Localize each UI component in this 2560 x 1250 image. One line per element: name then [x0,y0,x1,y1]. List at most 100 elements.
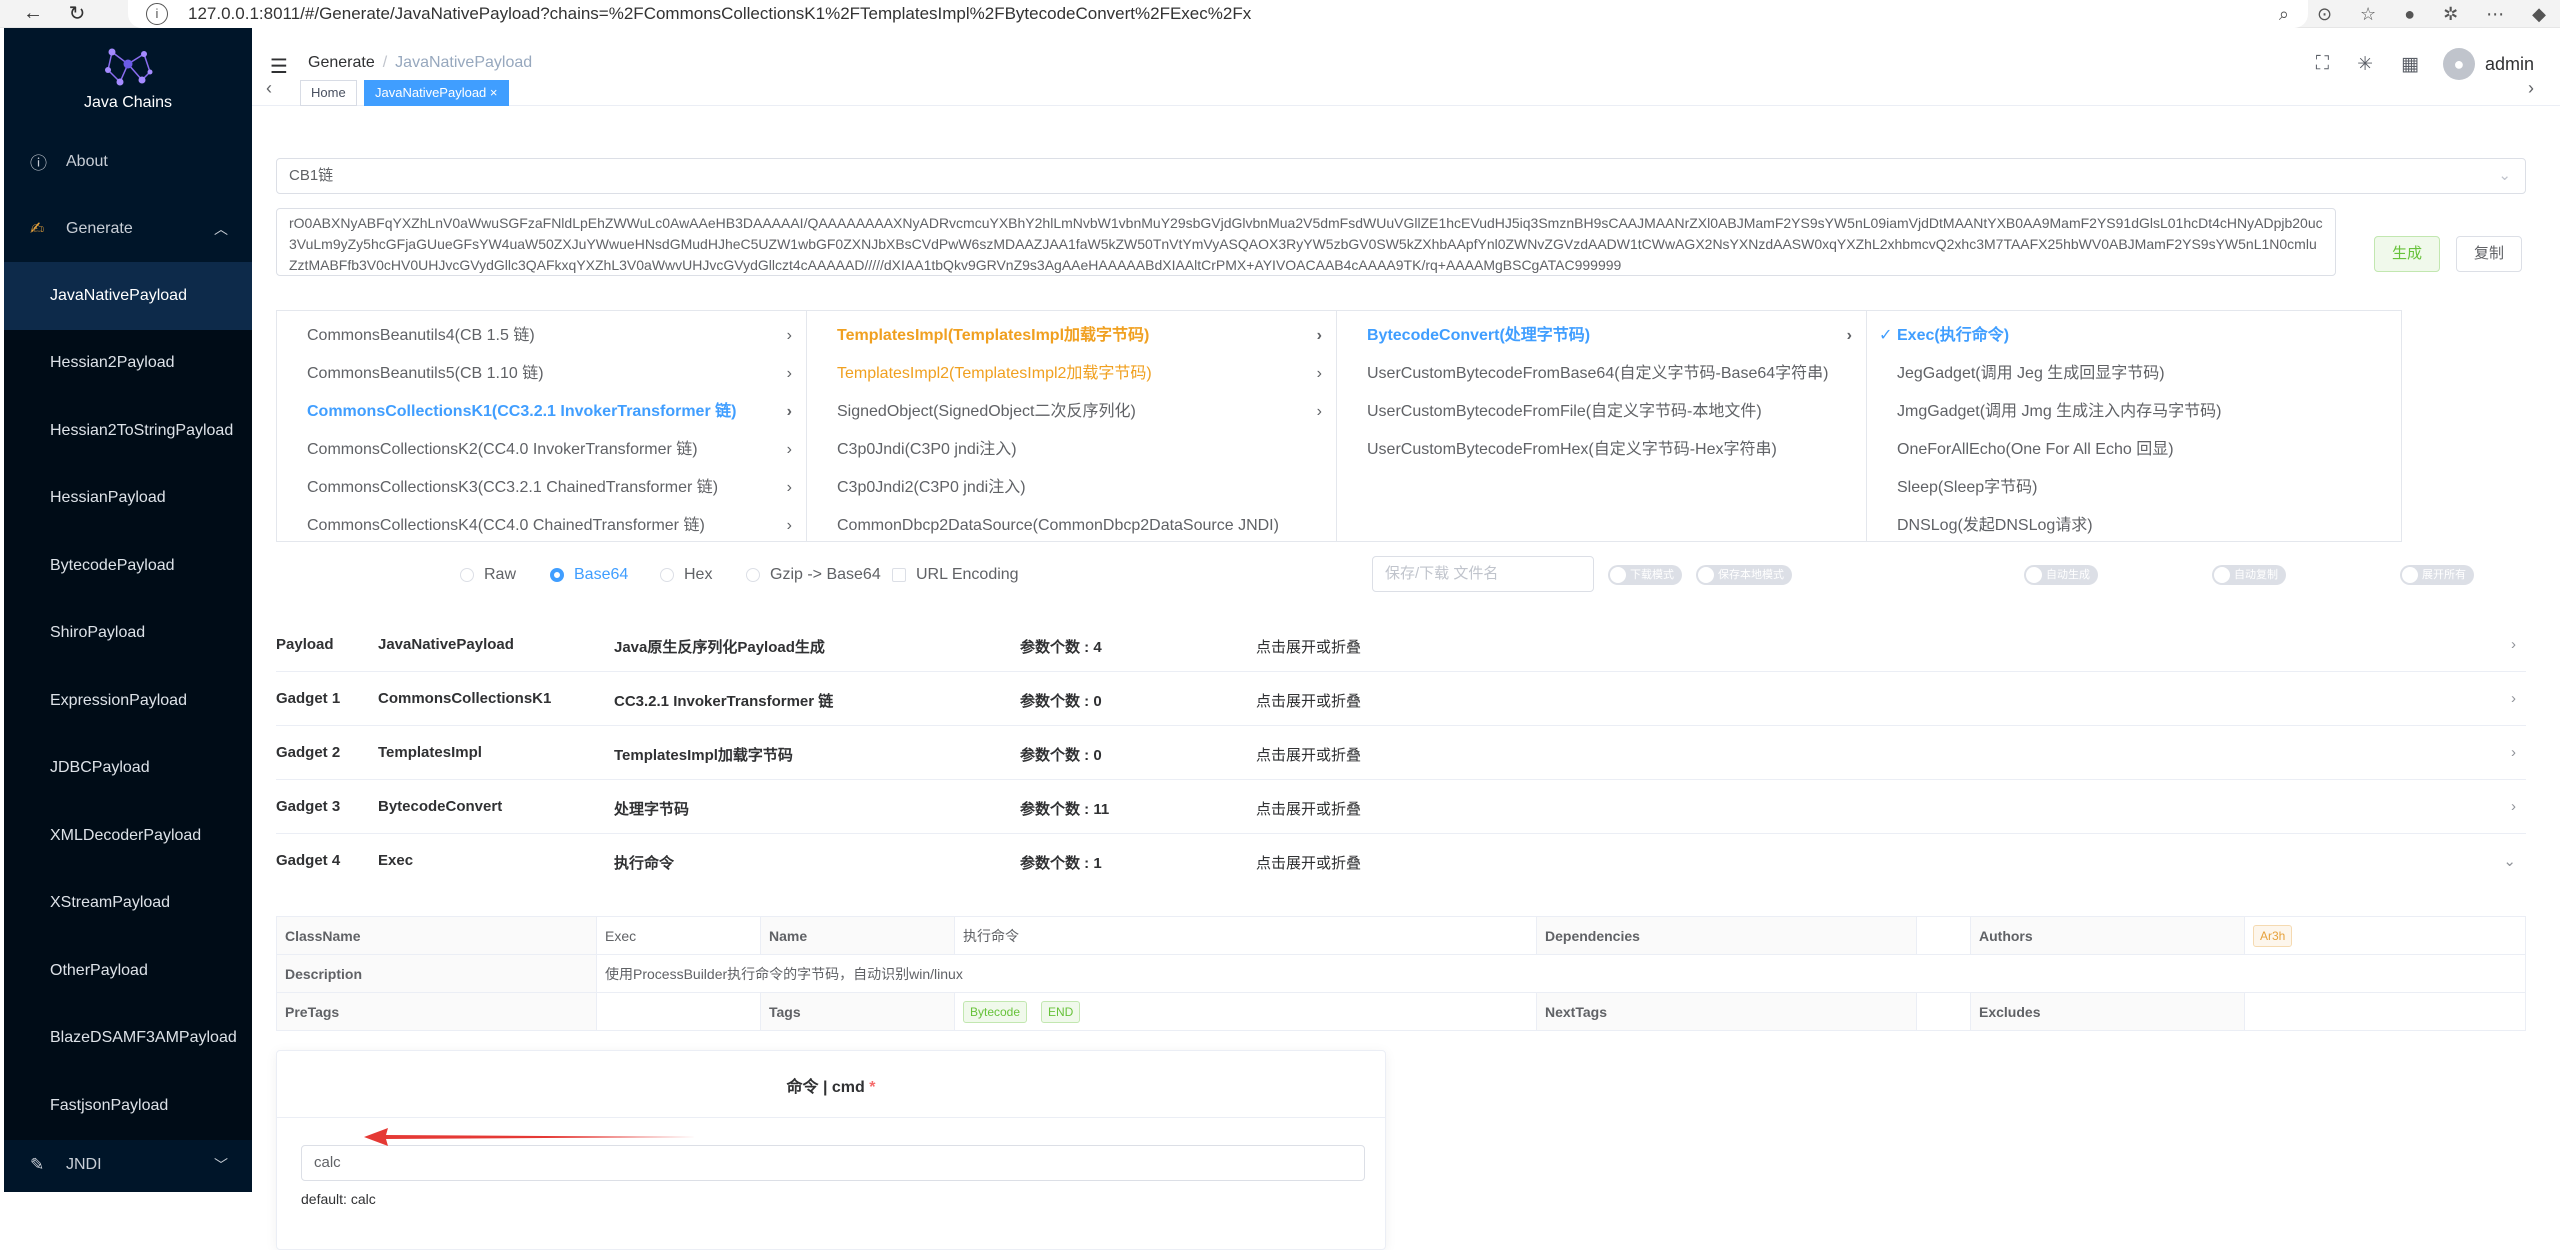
cascader-item[interactable]: CommonsCollectionsK2(CC4.0 InvokerTransf… [277,431,806,469]
topbar: ☰ Generate / JavaNativePayload ⛶ ✳ ▦ ● adm… [252,28,2560,106]
chevron-right-icon: › [2511,798,2516,815]
cascader-item[interactable]: JmgGadget(调用 Jmg 生成注入内存马字节码) [1867,393,2393,431]
sidebar-item-label: XStreamPayload [50,894,171,912]
breadcrumb-current: JavaNativePayload [395,54,533,71]
sidebar-item-expressionpayload[interactable]: ExpressionPayload [4,667,252,735]
url-text: 127.0.0.1:8011/#/Generate/JavaNativePayl… [188,4,1252,23]
menu-jndi-label: JNDI [66,1155,102,1173]
tag-chip: Bytecode [963,1000,1028,1023]
sidebar-item-label: BlazeDSAMF3AMPayload [50,1029,237,1047]
gadget-row-expanded[interactable]: Gadget 4 Exec 执行命令 参数个数 : 1 点击展开或折叠 ⌄ [276,834,2526,888]
gadget-row[interactable]: Gadget 1 CommonsCollectionsK1 CC3.2.1 In… [276,672,2526,726]
chevron-down-icon: ⌄ [2498,167,2511,184]
copilot-icon[interactable]: ◆ [2532,4,2546,25]
gadget-row[interactable]: Gadget 2 TemplatesImpl TemplatesImpl加载字节… [276,726,2526,780]
format-gzip-base64-radio[interactable]: Gzip -> Base64 [746,566,881,584]
cascader-item[interactable]: Sleep(Sleep字节码) [1867,469,2393,507]
menu-generate[interactable]: ✍ Generate ︿ [4,195,252,262]
sidebar-item-label: HessianPayload [50,489,166,507]
cascader-item[interactable]: UserCustomBytecodeFromFile(自定义字节码-本地文件) [1337,393,1866,431]
chevron-down-icon: ⌄ [2503,853,2516,870]
more-icon[interactable]: ⋯ [2486,4,2504,25]
payload-row[interactable]: Payload JavaNativePayload Java原生反序列化Payl… [276,618,2526,672]
copy-button[interactable]: 复制 [2456,236,2522,272]
cascader-item-selected[interactable]: CommonsCollectionsK1(CC3.2.1 InvokerTran… [277,393,806,431]
sidebar-item-jdbcpayload[interactable]: JDBCPayload [4,734,252,802]
sidebar-item-otherpayload[interactable]: OtherPayload [4,937,252,1005]
auto-generate-switch[interactable]: 自动生成 [2024,565,2098,585]
tab-home[interactable]: Home [300,80,357,106]
cascader-item[interactable]: CommonsCollectionsK4(CC4.0 ChainedTransf… [277,507,806,541]
tags-view: ‹ Home JavaNativePayload × › [252,72,2560,106]
sidebar-item-label: JDBCPayload [50,759,150,777]
cascader-item[interactable]: CommonsCollectionsK3(CC3.2.1 ChainedTran… [277,469,806,507]
cascader-item[interactable]: UserCustomBytecodeFromBase64(自定义字节码-Base… [1337,355,1866,393]
favorite-icon[interactable]: ☆ [2360,4,2376,25]
cascader-item-selected[interactable]: ✓ Exec(执行命令) [1867,317,2393,355]
sidebar-item-xstreampayload[interactable]: XStreamPayload [4,869,252,937]
cascader-item[interactable]: C3p0Jndi2(C3P0 jndi注入) [807,469,1336,507]
zoom-icon[interactable]: ⌕ [2279,4,2289,25]
sidebar-item-shiropayload[interactable]: ShiroPayload [4,599,252,667]
tab-javanativepayload[interactable]: JavaNativePayload × [364,80,509,106]
sidebar-item-bytecodepayload[interactable]: BytecodePayload [4,532,252,600]
cascader-item[interactable]: JegGadget(调用 Jeg 生成回显字节码) [1867,355,2393,393]
gadget-cascader: CommonsBeanutils4(CB 1.5 链) › CommonsBean… [276,310,2402,542]
profile-icon[interactable]: ● [2404,4,2415,25]
download-mode-switch[interactable]: 下载模式 [1608,565,1682,585]
payload-output[interactable]: rO0ABXNyABFqYXZhLnV0aWwuSGFzaFNldLpEhZWW… [276,208,2336,276]
cascader-item-selected[interactable]: BytecodeConvert(处理字节码) › [1337,317,1866,355]
format-base64-radio[interactable]: Base64 [550,566,628,584]
cascader-col-3: BytecodeConvert(处理字节码) › UserCustomByteco… [1337,311,1867,541]
cascader-item[interactable]: DNSLog(发起DNSLog请求) [1867,507,2393,541]
cascader-item[interactable]: UserCustomBytecodeFromHex(自定义字节码-Hex字符串) [1337,431,1866,469]
sidebar-item-label: JavaNativePayload [50,286,187,304]
logo-icon [105,48,153,86]
sidebar-item-hessian2payload[interactable]: Hessian2Payload [4,329,252,397]
cmd-input[interactable]: calc [301,1145,1365,1181]
breadcrumb-root[interactable]: Generate [308,54,375,71]
back-icon[interactable]: ← [22,2,44,25]
sidebar-item-blazedsamf3ampayload[interactable]: BlazeDSAMF3AMPayload [4,1004,252,1072]
sidebar-item-javanativepayload[interactable]: JavaNativePayload [4,262,252,330]
reload-icon[interactable]: ↻ [66,3,88,25]
auto-copy-switch[interactable]: 自动复制 [2212,565,2286,585]
url-encoding-checkbox[interactable]: URL Encoding [892,566,1019,584]
cascader-item-selected[interactable]: TemplatesImpl(TemplatesImpl加载字节码) › [807,317,1336,355]
sidebar-item-hessianpayload[interactable]: HessianPayload [4,464,252,532]
chevron-down-icon: ﹀ [214,1156,228,1173]
cascader-item[interactable]: SignedObject(SignedObject二次反序列化) › [807,393,1336,431]
generate-button[interactable]: 生成 [2374,236,2440,272]
sidebar-item-fastjsonpayload[interactable]: FastjsonPayload [4,1072,252,1140]
filename-input[interactable]: 保存/下载 文件名 [1372,556,1594,592]
format-hex-radio[interactable]: Hex [660,566,712,584]
param-default: default: calc [301,1191,376,1207]
reader-icon[interactable]: ⊙ [2317,4,2332,25]
chevron-right-icon[interactable]: › [2528,78,2534,99]
site-info-icon[interactable]: i [146,3,168,25]
address-bar[interactable]: i 127.0.0.1:8011/#/Generate/JavaNativePa… [128,0,2308,28]
cascader-item[interactable]: C3p0Jndi(C3P0 jndi注入) [807,431,1336,469]
cascader-item[interactable]: CommonsBeanutils4(CB 1.5 链) › [277,317,806,355]
jndi-icon: ✎ [30,1154,45,1174]
sidebar-item-hessian2tostringpayload[interactable]: Hessian2ToStringPayload [4,397,252,465]
sidebar-item-xmldecoderpayload[interactable]: XMLDecoderPayload [4,802,252,870]
chain-select[interactable]: CB1链 ⌄ [276,158,2526,194]
menu-about[interactable]: ⓘ About [4,128,252,195]
browser-toolbar: ← ↻ i 127.0.0.1:8011/#/Generate/JavaNati… [0,0,2560,28]
cascader-item[interactable]: CommonsBeanutils5(CB 1.10 链) › [277,355,806,393]
format-raw-radio[interactable]: Raw [460,566,516,584]
expand-all-switch[interactable]: 展开所有 [2400,565,2474,585]
save-local-switch[interactable]: 保存本地模式 [1696,565,1792,585]
cascader-item[interactable]: OneForAllEcho(One For All Echo 回显) [1867,431,2393,469]
cascader-item[interactable]: CommonDbcp2DataSource(CommonDbcp2DataSou… [807,507,1336,541]
gadget-row[interactable]: Gadget 3 BytecodeConvert 处理字节码 参数个数 : 11… [276,780,2526,834]
chevron-left-icon[interactable]: ‹ [266,78,272,99]
sidebar-item-label: ShiroPayload [50,624,146,642]
author-chip: Ar3h [2253,924,2293,947]
cascader-item[interactable]: TemplatesImpl2(TemplatesImpl2加载字节码) › [807,355,1336,393]
chevron-up-icon: ︿ [214,220,228,237]
extensions-icon[interactable]: ✲ [2443,4,2458,25]
menu-jndi[interactable]: ✎ JNDI ﹀ [4,1140,252,1190]
cascader-col-1: CommonsBeanutils4(CB 1.5 链) › CommonsBean… [277,311,807,541]
